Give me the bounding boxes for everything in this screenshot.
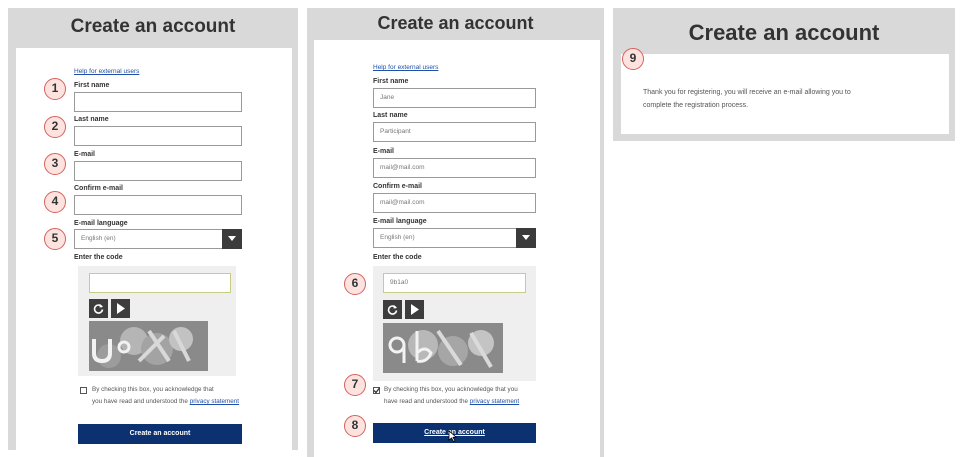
email-language-value: English (en): [380, 234, 415, 241]
first-name-label: First name: [373, 78, 409, 85]
email-language-value: English (en): [81, 235, 116, 242]
refresh-icon: [387, 305, 398, 315]
email-label: E-mail: [74, 151, 96, 158]
last-name-label: Last name: [74, 116, 109, 123]
confirm-email-label: Confirm e-mail: [373, 183, 423, 190]
captcha-panel: 9b1a0: [373, 266, 536, 381]
privacy-checkbox[interactable]: [80, 387, 87, 394]
last-name-input[interactable]: Participant: [373, 122, 536, 142]
chevron-down-icon: [522, 235, 530, 240]
confirmation-card: Thank you for registering, you will rece…: [621, 54, 949, 134]
captcha-audio-button[interactable]: [405, 300, 424, 319]
email-language-select[interactable]: English (en): [74, 229, 242, 249]
captcha-input[interactable]: [89, 273, 231, 293]
first-name-label: First name: [74, 82, 110, 89]
captcha-input[interactable]: 9b1a0: [383, 273, 526, 293]
last-name-label: Last name: [373, 112, 408, 119]
confirm-email-input[interactable]: mail@mail.com: [373, 193, 536, 213]
dropdown-button[interactable]: [516, 228, 536, 248]
step-badge-9: 9: [622, 48, 644, 70]
captcha-image: [383, 323, 503, 373]
email-language-label: E-mail language: [373, 218, 427, 225]
confirmation-message: Thank you for registering, you will rece…: [643, 89, 851, 109]
privacy-acknowledgement: By checking this box, you acknowledge th…: [92, 386, 240, 405]
privacy-acknowledgement: By checking this box, you acknowledge th…: [384, 386, 520, 405]
first-name-input[interactable]: Jane: [373, 88, 536, 108]
page-title: Create an account: [377, 13, 534, 33]
email-input[interactable]: [74, 161, 242, 181]
cursor-icon: [448, 430, 457, 442]
dropdown-button[interactable]: [222, 229, 242, 249]
email-input[interactable]: mail@mail.com: [373, 158, 536, 178]
help-link[interactable]: Help for external users: [74, 68, 139, 75]
privacy-checkbox-checked[interactable]: [373, 387, 380, 394]
create-account-button[interactable]: Create an account: [78, 424, 242, 444]
step-badge-8: 8: [344, 415, 366, 437]
step-badge-6: 6: [344, 273, 366, 295]
first-name-input[interactable]: [74, 92, 242, 112]
step-badge-1: 1: [44, 78, 66, 100]
chevron-down-icon: [228, 236, 236, 241]
confirm-email-label: Confirm e-mail: [74, 185, 124, 192]
code-label: Enter the code: [74, 254, 123, 261]
refresh-icon: [93, 304, 104, 314]
step-badge-3: 3: [44, 153, 66, 175]
confirm-email-input[interactable]: [74, 195, 242, 215]
last-name-input[interactable]: [74, 126, 242, 146]
captcha-refresh-button[interactable]: [89, 299, 108, 318]
code-label: Enter the code: [373, 254, 422, 261]
captcha-image: [89, 321, 208, 371]
checkmark-icon: [373, 387, 380, 394]
email-language-label: E-mail language: [74, 220, 128, 227]
email-language-select[interactable]: English (en): [373, 228, 536, 248]
privacy-statement-link[interactable]: privacy statement: [470, 398, 519, 405]
page-title: Create an account: [70, 16, 236, 37]
step-badge-2: 2: [44, 116, 66, 138]
play-icon: [117, 303, 125, 314]
page-title: Create an account: [688, 20, 880, 45]
help-link[interactable]: Help for external users: [373, 64, 438, 71]
play-icon: [411, 304, 419, 315]
step-badge-4: 4: [44, 191, 66, 213]
step-badge-5: 5: [44, 228, 66, 250]
captcha-panel: [78, 266, 236, 376]
privacy-statement-link[interactable]: privacy statement: [190, 398, 239, 405]
email-label: E-mail: [373, 148, 395, 155]
step-badge-7: 7: [344, 374, 366, 396]
captcha-refresh-button[interactable]: [383, 300, 402, 319]
captcha-audio-button[interactable]: [111, 299, 130, 318]
right-panel: Create an account Thank you for register…: [613, 8, 955, 141]
